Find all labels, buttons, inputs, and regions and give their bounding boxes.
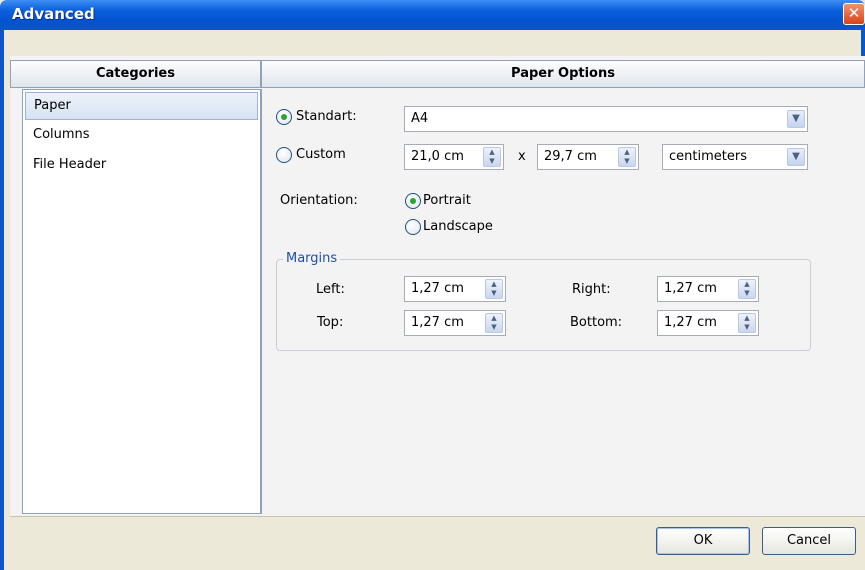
margin-left-spinner[interactable]: ▲ ▼ bbox=[485, 279, 503, 299]
margin-left-value: 1,27 cm bbox=[411, 281, 464, 296]
margin-bottom-label: Bottom: bbox=[570, 315, 623, 330]
margin-right-value: 1,27 cm bbox=[664, 281, 717, 296]
margin-top-spinner[interactable]: ▲ ▼ bbox=[485, 313, 503, 333]
paper-options-header: Paper Options bbox=[261, 60, 865, 88]
portrait-label: Portrait bbox=[423, 193, 471, 208]
spin-up-icon[interactable]: ▲ bbox=[619, 148, 635, 157]
spin-up-icon[interactable]: ▲ bbox=[486, 314, 502, 323]
margin-right-spinner[interactable]: ▲ ▼ bbox=[738, 279, 756, 299]
category-item-columns[interactable]: Columns bbox=[25, 122, 258, 150]
standart-label: Standart: bbox=[296, 109, 357, 124]
standart-paper-select[interactable]: A4 ▼ bbox=[404, 106, 808, 132]
window-frame-left bbox=[0, 30, 4, 570]
margin-top-label: Top: bbox=[317, 315, 344, 330]
orientation-label: Orientation: bbox=[280, 193, 358, 208]
spin-down-icon[interactable]: ▼ bbox=[486, 323, 502, 332]
category-item-paper[interactable]: Paper bbox=[25, 92, 258, 120]
portrait-radio[interactable] bbox=[405, 193, 421, 209]
margins-group bbox=[276, 259, 811, 351]
categories-list: Paper Columns File Header bbox=[22, 89, 261, 514]
close-icon: ✕ bbox=[847, 4, 861, 22]
custom-radio[interactable] bbox=[276, 147, 292, 163]
custom-width-spinner[interactable]: ▲ ▼ bbox=[483, 147, 501, 167]
spin-up-icon[interactable]: ▲ bbox=[739, 314, 755, 323]
margin-left-field[interactable]: 1,27 cm ▲ ▼ bbox=[404, 276, 506, 302]
unit-select[interactable]: centimeters ▼ bbox=[662, 144, 808, 170]
ok-button[interactable]: OK bbox=[656, 527, 750, 555]
unit-value: centimeters bbox=[669, 149, 747, 164]
margin-top-value: 1,27 cm bbox=[411, 315, 464, 330]
spin-down-icon[interactable]: ▼ bbox=[739, 289, 755, 298]
close-button[interactable]: ✕ bbox=[843, 3, 865, 25]
margin-right-field[interactable]: 1,27 cm ▲ ▼ bbox=[657, 276, 759, 302]
chevron-down-icon[interactable]: ▼ bbox=[787, 110, 805, 128]
spin-down-icon[interactable]: ▼ bbox=[486, 289, 502, 298]
margin-top-field[interactable]: 1,27 cm ▲ ▼ bbox=[404, 310, 506, 336]
landscape-label: Landscape bbox=[423, 219, 493, 234]
spin-up-icon[interactable]: ▲ bbox=[484, 148, 500, 157]
custom-width-field[interactable]: 21,0 cm ▲ ▼ bbox=[404, 144, 504, 170]
standart-paper-value: A4 bbox=[411, 111, 429, 126]
window-title: Advanced bbox=[12, 5, 95, 23]
margin-bottom-value: 1,27 cm bbox=[664, 315, 717, 330]
spin-down-icon[interactable]: ▼ bbox=[739, 323, 755, 332]
landscape-radio[interactable] bbox=[405, 219, 421, 235]
spin-down-icon[interactable]: ▼ bbox=[619, 157, 635, 166]
custom-width-value: 21,0 cm bbox=[411, 149, 464, 164]
custom-height-spinner[interactable]: ▲ ▼ bbox=[618, 147, 636, 167]
spin-down-icon[interactable]: ▼ bbox=[484, 157, 500, 166]
custom-height-value: 29,7 cm bbox=[544, 149, 597, 164]
title-bar[interactable]: Advanced ✕ bbox=[0, 0, 865, 30]
custom-label: Custom bbox=[296, 147, 346, 162]
chevron-down-icon[interactable]: ▼ bbox=[787, 148, 805, 166]
spin-up-icon[interactable]: ▲ bbox=[739, 280, 755, 289]
margin-bottom-field[interactable]: 1,27 cm ▲ ▼ bbox=[657, 310, 759, 336]
margins-legend: Margins bbox=[283, 251, 341, 266]
standart-radio[interactable] bbox=[276, 109, 292, 125]
margin-bottom-spinner[interactable]: ▲ ▼ bbox=[738, 313, 756, 333]
custom-height-field[interactable]: 29,7 cm ▲ ▼ bbox=[537, 144, 639, 170]
advanced-dialog: Advanced ✕ Categories Paper Options Pape… bbox=[0, 0, 865, 570]
cancel-button[interactable]: Cancel bbox=[762, 527, 856, 555]
category-item-file-header[interactable]: File Header bbox=[25, 152, 258, 180]
margin-left-label: Left: bbox=[316, 282, 345, 297]
categories-header: Categories bbox=[10, 60, 261, 88]
spin-up-icon[interactable]: ▲ bbox=[486, 280, 502, 289]
dimension-separator: x bbox=[518, 149, 526, 164]
margin-right-label: Right: bbox=[572, 282, 611, 297]
